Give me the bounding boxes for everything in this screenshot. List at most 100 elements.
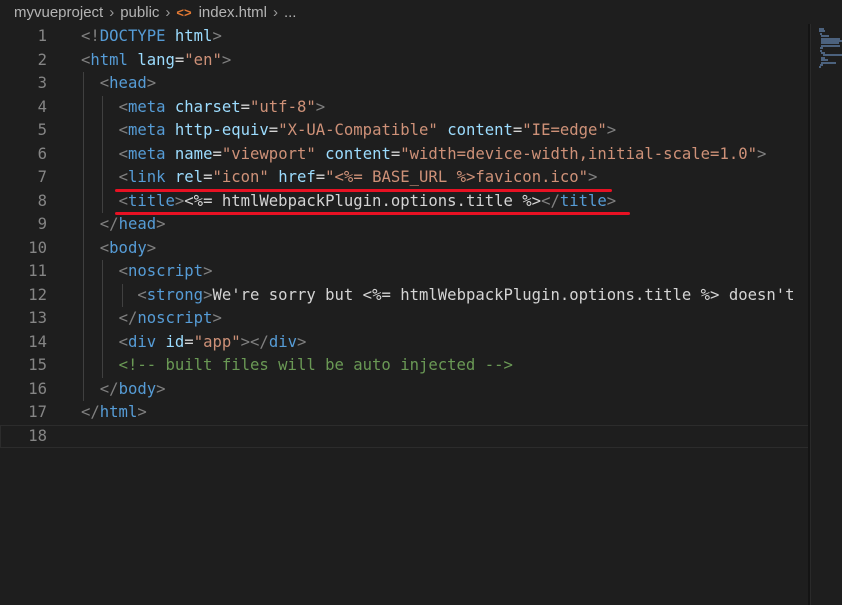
code-content: <meta charset="utf-8">	[81, 96, 326, 120]
code-content: </body>	[81, 378, 166, 402]
code-token: id	[165, 332, 185, 351]
code-token: =	[240, 97, 251, 116]
code-token: DOCTYPE	[99, 27, 166, 45]
code-line[interactable]: 18	[0, 424, 810, 448]
code-content: <meta http-equiv="X-UA-Compatible" conte…	[81, 119, 617, 143]
chevron-right-icon: ›	[109, 3, 115, 21]
code-token: meta	[127, 121, 166, 139]
line-number: 16	[28, 379, 47, 398]
code-token: =	[184, 332, 194, 351]
line-number: 4	[37, 97, 47, 116]
line-number: 13	[28, 309, 47, 327]
code-token: "en"	[184, 50, 222, 69]
indent-guide	[102, 95, 103, 213]
line-number: 9	[37, 215, 47, 233]
code-token: "viewport"	[221, 144, 316, 163]
code-line[interactable]: 16 </body>	[0, 378, 810, 402]
code-token: <	[118, 168, 128, 186]
code-line[interactable]: 2 <html lang="en">	[0, 49, 810, 73]
indent-guide	[102, 260, 103, 378]
code-token: html	[174, 27, 213, 45]
code-line[interactable]: 11 <noscript>	[0, 260, 810, 284]
breadcrumb-item-project[interactable]: myvueproject	[14, 4, 103, 21]
minimap-line	[821, 61, 837, 64]
code-token: >	[203, 262, 213, 280]
code-token: <!	[81, 27, 100, 45]
code-line[interactable]: 7 <link rel="icon" href="<%= BASE_URL %>…	[0, 166, 810, 190]
minimap-line	[821, 44, 840, 47]
code-token: "utf-8"	[250, 97, 316, 116]
indent-guide	[83, 72, 84, 401]
code-content: <!-- built files will be auto injected -…	[81, 354, 513, 378]
code-editor[interactable]: 1 <!DOCTYPE html> 2 <html lang="en"> 3 <head…	[0, 25, 810, 605]
code-token: =	[174, 50, 185, 69]
code-token: noscript	[127, 262, 204, 280]
code-token: <	[81, 50, 91, 69]
code-token: "app"	[193, 332, 241, 351]
code-line[interactable]: 4 <meta charset="utf-8">	[0, 96, 810, 120]
code-token: "IE=edge"	[522, 121, 607, 139]
code-line[interactable]: 8 <title><%= htmlWebpackPlugin.options.t…	[0, 190, 810, 214]
breadcrumb-item-symbols[interactable]: ...	[284, 4, 297, 21]
line-number: 18	[28, 426, 47, 445]
code-token: <%= htmlWebpackPlugin.options.title %>	[184, 191, 542, 210]
code-line[interactable]: 13 </noscript>	[0, 307, 810, 331]
code-token: link	[127, 168, 166, 186]
code-content: <title><%= htmlWebpackPlugin.options.tit…	[81, 190, 617, 214]
code-token: <	[118, 144, 128, 163]
code-token: >	[221, 50, 232, 69]
code-line[interactable]: 15 <!-- built files will be auto injecte…	[0, 354, 810, 378]
code-line[interactable]: 3 <head>	[0, 72, 810, 96]
code-token: >	[156, 379, 166, 398]
line-number: 2	[37, 50, 47, 69]
code-token: head	[118, 215, 157, 233]
code-token: <	[118, 262, 128, 280]
minimap-line	[819, 66, 822, 69]
code-token: =	[315, 168, 326, 186]
indent-guide	[122, 283, 123, 307]
line-number: 12	[28, 285, 47, 304]
code-token: <	[118, 97, 128, 116]
code-token: =	[390, 144, 401, 163]
line-number: 11	[28, 262, 47, 280]
code-line[interactable]: 10 <body>	[0, 237, 810, 261]
code-token: div	[268, 332, 297, 351]
code-token: noscript	[137, 309, 213, 327]
code-token: <	[99, 74, 110, 92]
code-line[interactable]: 14 <div id="app"></div>	[0, 331, 810, 355]
code-line[interactable]: 17 </html>	[0, 401, 810, 425]
code-token: "X-UA-Compatible"	[278, 121, 438, 139]
annotation-underline	[115, 188, 612, 192]
line-number: 8	[37, 191, 47, 210]
code-content: </html>	[81, 401, 147, 425]
code-line[interactable]: 5 <meta http-equiv="X-UA-Compatible" con…	[0, 119, 810, 143]
code-token: content	[447, 121, 513, 139]
line-number: 14	[28, 332, 47, 351]
line-number: 17	[28, 403, 47, 421]
code-token: name	[174, 144, 213, 163]
breadcrumb-item-file[interactable]: index.html	[199, 4, 267, 21]
code-token: meta	[127, 144, 166, 163]
minimap[interactable]	[810, 24, 842, 605]
code-token: title	[559, 191, 607, 210]
code-line[interactable]: 6 <meta name="viewport" content="width=d…	[0, 143, 810, 167]
annotation-underline	[115, 212, 630, 215]
code-line[interactable]: 1 <!DOCTYPE html>	[0, 25, 810, 49]
line-number: 15	[28, 356, 47, 374]
code-line[interactable]: 9 </head>	[0, 213, 810, 237]
code-token: <	[118, 191, 128, 210]
breadcrumb-item-folder[interactable]: public	[120, 4, 159, 21]
